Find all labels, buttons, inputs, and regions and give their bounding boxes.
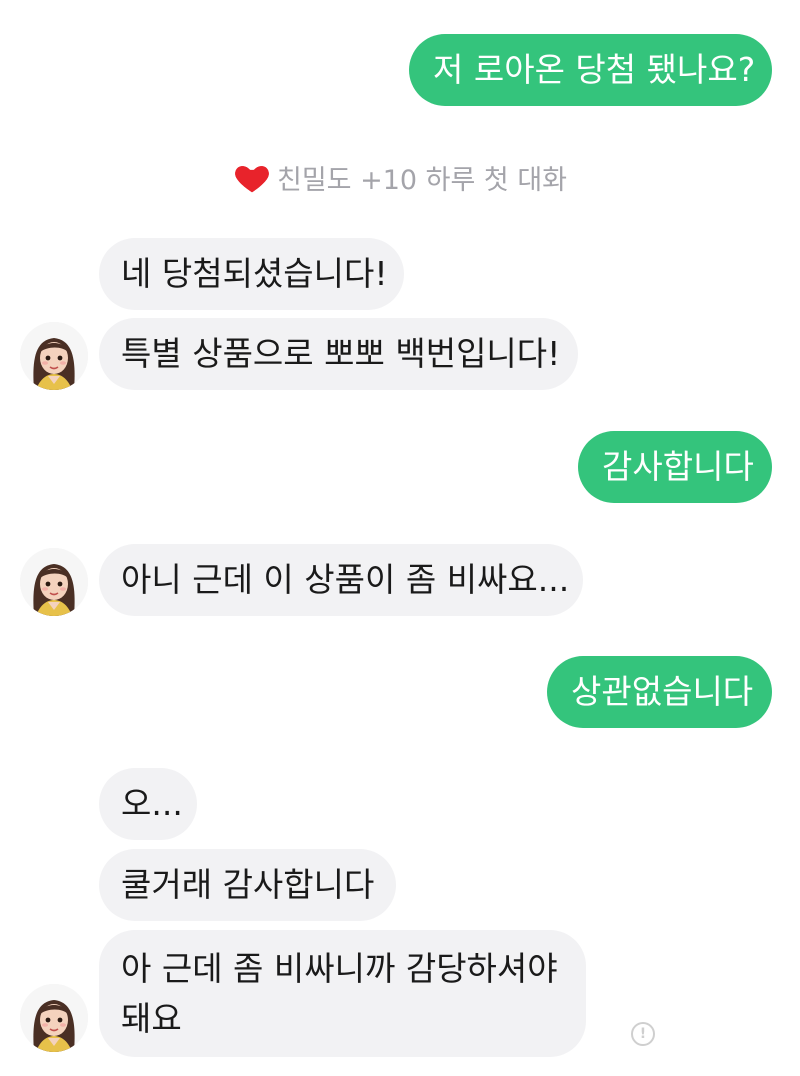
info-icon[interactable]: ! [631,1022,655,1046]
user-message-bubble: 감사합니다 [578,431,772,503]
avatar-icon [20,548,88,616]
bot-avatar[interactable] [20,548,88,616]
bot-avatar[interactable] [20,984,88,1052]
bot-message-bubble: 아니 근데 이 상품이 좀 비싸요... [99,544,583,616]
bot-message-bubble: 쿨거래 감사합니다 [99,849,396,921]
bot-message-bubble: 오... [99,768,197,840]
bot-message-bubble: 특별 상품으로 뽀뽀 백번입니다! [99,318,578,390]
notice-text: 친밀도 +10 하루 첫 대화 [276,165,568,196]
affinity-notice: 친밀도 +10 하루 첫 대화 [0,158,800,197]
heart-icon [235,165,269,192]
avatar-icon [20,322,88,390]
bot-avatar[interactable] [20,322,88,390]
bot-message-bubble: 아 근데 좀 비싸니까 감당하셔야 돼요 [99,930,586,1057]
user-message-bubble: 저 로아온 당첨 됐나요? [409,34,772,106]
bot-message-bubble: 네 당첨되셨습니다! [99,238,404,310]
user-message-bubble: 상관없습니다 [547,656,772,728]
avatar-icon [20,984,88,1052]
